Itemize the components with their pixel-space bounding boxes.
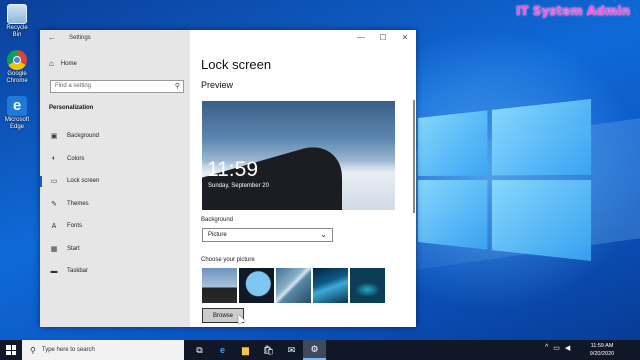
- desktop-icon-chrome[interactable]: Google Chrome: [2, 50, 32, 85]
- sidebar: ⌂ Home Find a setting ⚲ Personalization …: [40, 30, 190, 327]
- preview-heading: Preview: [201, 80, 234, 90]
- settings-gear-icon[interactable]: ⚙: [303, 340, 326, 360]
- desktop-icon-edge[interactable]: e Microsoft Edge: [2, 96, 32, 131]
- lock-screen-icon: ▭: [50, 178, 58, 186]
- back-arrow-icon[interactable]: ←: [48, 33, 56, 42]
- picture-icon: ▣: [50, 133, 58, 141]
- font-icon: A: [51, 222, 57, 230]
- start-button[interactable]: [6, 345, 16, 355]
- volume-icon[interactable]: ◀: [565, 344, 570, 352]
- picture-thumbnail[interactable]: [202, 268, 237, 303]
- background-label: Background: [201, 217, 234, 223]
- settings-search-input[interactable]: Find a setting ⚲: [50, 80, 184, 93]
- sidebar-item-themes[interactable]: ✎ Themes: [40, 193, 190, 216]
- picture-thumbnail[interactable]: [276, 268, 311, 303]
- windows-logo-wallpaper: [418, 98, 592, 262]
- settings-window: ⌂ Home Find a setting ⚲ Personalization …: [40, 30, 416, 327]
- home-icon: ⌂: [49, 59, 54, 68]
- chevron-up-icon[interactable]: ^: [545, 344, 548, 352]
- search-icon: ⚲: [174, 83, 180, 90]
- clock-date: 9/20/2020: [589, 351, 615, 357]
- taskbar-clock[interactable]: 11:59 AM 9/20/2020: [582, 342, 622, 358]
- chrome-icon: [7, 50, 27, 70]
- sidebar-item-label: Colors: [67, 155, 85, 162]
- page-title: Lock screen: [201, 57, 272, 72]
- taskbar-apps: ⧉ e ▆ 🛍 ✉ ⚙: [188, 340, 326, 360]
- desktop-icon-recycle-bin[interactable]: Recycle Bin: [2, 4, 32, 39]
- clock-time: 11:59 AM: [590, 343, 614, 349]
- lock-screen-preview: 11:59 Sunday, September 20: [202, 101, 395, 210]
- background-dropdown-value: Picture: [208, 232, 227, 238]
- store-icon[interactable]: 🛍: [257, 340, 280, 360]
- search-icon: ⚲: [30, 345, 36, 355]
- system-tray: ^ ▭ ◀: [545, 344, 570, 352]
- task-view-icon[interactable]: ⧉: [188, 340, 211, 360]
- section-title: Personalization: [49, 105, 94, 111]
- sidebar-item-label: Fonts: [67, 223, 83, 230]
- taskbar-search-placeholder: Type here to search: [41, 347, 95, 353]
- desktop-icon-label: Google Chrome: [6, 71, 28, 84]
- taskbar-search-box[interactable]: ⚲ Type here to search: [22, 340, 184, 360]
- sidebar-item-taskbar[interactable]: ▬ Taskbar: [40, 260, 190, 283]
- mail-icon[interactable]: ✉: [280, 340, 303, 360]
- sidebar-item-label: Lock screen: [67, 178, 100, 185]
- sidebar-item-label: Start: [67, 245, 80, 252]
- home-label: Home: [60, 60, 77, 67]
- sidebar-item-start[interactable]: ▦ Start: [40, 238, 190, 261]
- brush-icon: ✎: [51, 200, 57, 208]
- picture-thumbnails: [202, 268, 385, 303]
- search-placeholder: Find a setting: [55, 83, 92, 89]
- preview-date: Sunday, September 20: [208, 183, 269, 189]
- picture-thumbnail[interactable]: [239, 268, 274, 303]
- scrollbar[interactable]: [413, 100, 415, 213]
- edge-icon[interactable]: e: [211, 340, 234, 360]
- file-explorer-icon[interactable]: ▆: [234, 340, 257, 360]
- chevron-down-icon: ⌄: [320, 230, 327, 239]
- sidebar-item-lock-screen[interactable]: ▭ Lock screen: [40, 170, 190, 193]
- sidebar-item-home[interactable]: ⌂ Home: [49, 59, 77, 68]
- network-icon[interactable]: ▭: [553, 344, 560, 352]
- edge-icon: e: [7, 96, 27, 116]
- sidebar-item-colors[interactable]: ◐ Colors: [40, 148, 190, 171]
- sidebar-item-label: Themes: [67, 200, 89, 207]
- watermark: IT System Admin: [515, 4, 630, 18]
- window-title: Settings: [69, 35, 91, 41]
- sidebar-item-fonts[interactable]: A Fonts: [40, 215, 190, 238]
- sidebar-item-label: Background: [67, 133, 100, 140]
- start-icon: ▦: [50, 245, 58, 253]
- picture-thumbnail[interactable]: [313, 268, 348, 303]
- desktop-icon-label: Recycle Bin: [6, 25, 28, 38]
- picture-thumbnail[interactable]: [350, 268, 385, 303]
- background-dropdown[interactable]: Picture ⌄: [202, 228, 333, 242]
- taskbar-icon: ▬: [50, 267, 58, 275]
- preview-time: 11:59: [207, 158, 258, 181]
- recycle-bin-icon: [7, 4, 27, 24]
- sidebar-nav: ▣ Background ◐ Colors ▭ Lock screen ✎ Th…: [40, 125, 190, 283]
- desktop-icon-label: Microsoft Edge: [4, 117, 30, 130]
- palette-icon: ◐: [51, 155, 57, 163]
- main-content: Lock screen Preview 11:59 Sunday, Septem…: [201, 30, 416, 327]
- sidebar-item-label: Taskbar: [67, 268, 89, 275]
- choose-picture-label: Choose your picture: [201, 257, 255, 263]
- sidebar-item-background[interactable]: ▣ Background: [40, 125, 190, 148]
- taskbar: ⚲ Type here to search ⧉ e ▆ 🛍 ✉ ⚙ ^ ▭ ◀ …: [0, 340, 640, 360]
